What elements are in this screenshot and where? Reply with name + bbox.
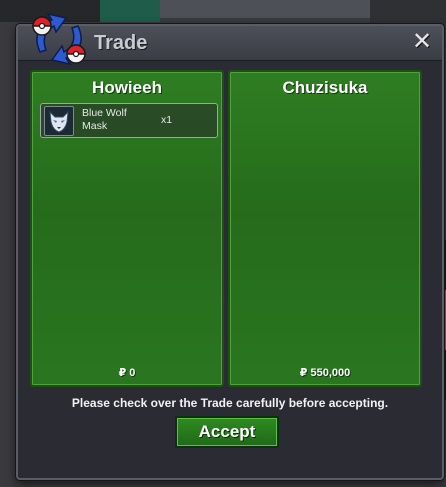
money-offer: ₽ 0 (118, 367, 136, 379)
player-name: Chuzisuka (282, 78, 368, 97)
game-world-tile (100, 0, 160, 22)
trade-item-slot[interactable]: Blue Wolf Mask x1 (40, 103, 218, 138)
item-quantity: x1 (161, 114, 173, 126)
wolf-mask-icon (44, 106, 74, 136)
player-name: Howieeh (92, 78, 162, 97)
window-title: Trade (94, 32, 148, 54)
accept-button[interactable]: Accept (175, 416, 279, 448)
money-offer: ₽ 550,000 (299, 367, 351, 379)
trade-window: Trade ✕ Howieeh Blue Wolf Mask x1 ₽ 0 Ch… (16, 12, 444, 480)
game-world-tile (160, 0, 370, 18)
trade-notice: Please check over the Trade carefully be… (71, 396, 389, 410)
close-button[interactable]: ✕ (410, 30, 434, 54)
item-name: Blue Wolf Mask (82, 107, 127, 132)
trade-logo-icon (26, 8, 92, 70)
trade-panel-right[interactable]: Chuzisuka ₽ 550,000 (228, 70, 422, 387)
trade-panel-left[interactable]: Howieeh Blue Wolf Mask x1 ₽ 0 (30, 70, 224, 387)
